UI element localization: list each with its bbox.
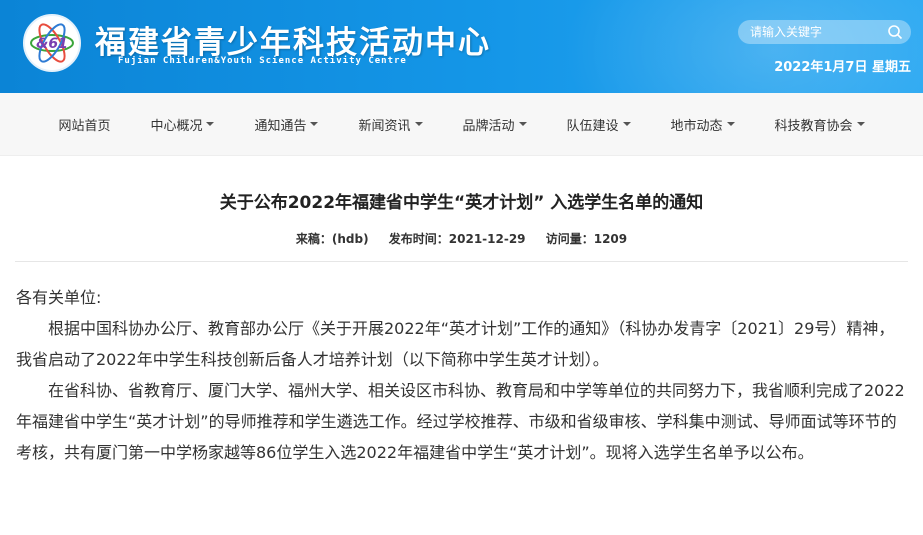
nav-item-3[interactable]: 新闻资讯 bbox=[338, 115, 442, 134]
caret-down-icon bbox=[414, 122, 423, 126]
article-source: 来稿：(hdb) bbox=[295, 232, 369, 246]
nav-item-4[interactable]: 品牌活动 bbox=[443, 115, 547, 134]
caret-down-icon bbox=[310, 122, 319, 126]
site-logo[interactable]: &61 bbox=[23, 14, 81, 72]
nav-item-label: 科技教育协会 bbox=[774, 118, 853, 134]
nav-item-7[interactable]: 科技教育协会 bbox=[755, 115, 885, 134]
article-published: 发布时间：2021-12-29 bbox=[388, 232, 526, 246]
nav-item-6[interactable]: 地市动态 bbox=[651, 115, 755, 134]
nav-item-label: 中心概况 bbox=[150, 118, 203, 134]
paragraph: 根据中国科协办公厅、教育部办公厅《关于开展2022年“英才计划”工作的通知》（科… bbox=[16, 319, 895, 369]
main-nav: 网站首页 中心概况 通知通告 新闻资讯 品牌活动 队伍建设 地市动态 科技教育协会 bbox=[0, 93, 923, 156]
article-views: 访问量：1209 bbox=[545, 232, 628, 246]
paragraph: 在省科协、省教育厅、厦门大学、福州大学、相关设区市科协、教育局和中学等单位的共同… bbox=[16, 381, 905, 462]
salutation: 各有关单位: bbox=[16, 288, 102, 307]
caret-down-icon bbox=[726, 122, 735, 126]
logo-text: &61 bbox=[36, 36, 68, 52]
article-body: 各有关单位: 根据中国科协办公厅、教育部办公厅《关于开展2022年“英才计划”工… bbox=[0, 262, 923, 468]
nav-item-label: 队伍建设 bbox=[566, 118, 619, 134]
article-title: 关于公布2022年福建省中学生“英才计划” 入选学生名单的通知 bbox=[219, 193, 704, 213]
caret-down-icon bbox=[206, 122, 215, 126]
nav-item-label: 地市动态 bbox=[670, 118, 723, 134]
article-meta: 来稿：(hdb) 发布时间：2021-12-29 访问量：1209 bbox=[0, 230, 923, 247]
nav-item-0[interactable]: 网站首页 bbox=[38, 115, 130, 134]
article: 关于公布2022年福建省中学生“英才计划” 入选学生名单的通知 来稿：(hdb)… bbox=[0, 188, 923, 468]
current-date: 2022年1月7日 星期五 bbox=[774, 60, 911, 75]
nav-item-label: 新闻资讯 bbox=[358, 118, 411, 134]
nav-item-5[interactable]: 队伍建设 bbox=[547, 115, 651, 134]
nav-item-label: 品牌活动 bbox=[462, 118, 515, 134]
site-subtitle: Fujian Children&Youth Science Activity C… bbox=[118, 56, 407, 66]
nav-item-1[interactable]: 中心概况 bbox=[130, 115, 234, 134]
nav-item-label: 通知通告 bbox=[254, 118, 307, 134]
atom-logo-icon: &61 bbox=[30, 23, 74, 63]
search-icon[interactable] bbox=[887, 24, 903, 40]
nav-item-label: 网站首页 bbox=[58, 118, 111, 134]
search-box bbox=[738, 20, 911, 44]
nav-item-2[interactable]: 通知通告 bbox=[234, 115, 338, 134]
search-input[interactable] bbox=[750, 20, 880, 44]
site-header: &61 福建省青少年科技活动中心 Fujian Children&Youth S… bbox=[0, 0, 923, 93]
caret-down-icon bbox=[622, 122, 631, 126]
caret-down-icon bbox=[856, 122, 865, 126]
header-glow bbox=[563, 0, 923, 93]
caret-down-icon bbox=[518, 122, 527, 126]
